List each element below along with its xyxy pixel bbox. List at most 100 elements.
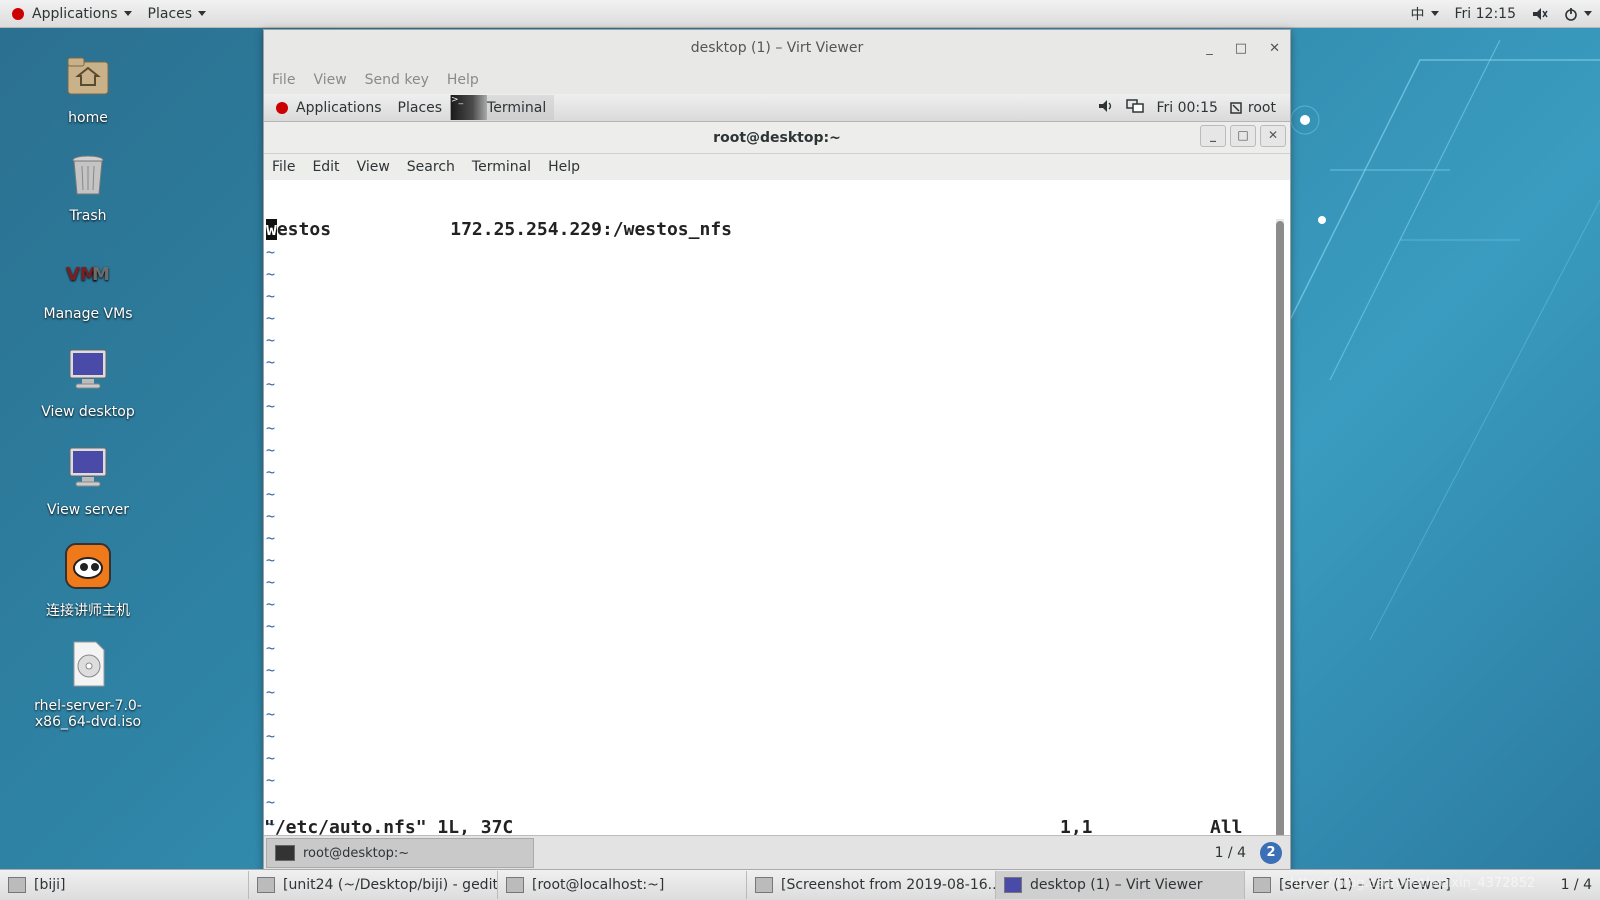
desktop-icon-view-server[interactable]: View server: [28, 444, 148, 518]
taskbar-item-screenshot[interactable]: [Screenshot from 2019-08-16...: [747, 871, 996, 899]
terminal-menu-search[interactable]: Search: [407, 159, 455, 175]
guest-task-terminal[interactable]: root@desktop:~: [266, 838, 534, 868]
chevron-down-icon: [123, 11, 132, 16]
terminal-maximize-button[interactable]: □: [1230, 125, 1256, 147]
empty-line-tilde: ~: [266, 331, 276, 349]
terminal-icon: [275, 845, 295, 861]
minimize-button[interactable]: _: [1206, 41, 1213, 56]
desktop-icon-home[interactable]: home: [28, 52, 148, 126]
desktop-icon-view-desktop[interactable]: View desktop: [28, 346, 148, 420]
guest-notification-badge[interactable]: 2: [1260, 842, 1282, 864]
menu-file[interactable]: File: [272, 72, 295, 88]
empty-line-tilde: ~: [266, 771, 276, 789]
applications-menu[interactable]: Applications: [0, 0, 140, 27]
monitor-icon: [1253, 877, 1271, 893]
network-icon[interactable]: [1126, 98, 1145, 117]
terminal-scrollbar[interactable]: [1276, 219, 1284, 859]
close-button[interactable]: ✕: [1269, 41, 1280, 56]
guest-places-menu[interactable]: Places: [390, 100, 451, 116]
terminal-icon: >_: [451, 95, 488, 120]
taskbar-item-gedit[interactable]: [unit24 (~/Desktop/biji) - gedit]: [249, 871, 498, 899]
empty-line-tilde: ~: [266, 705, 276, 723]
guest-top-panel: Applications Places >_ Terminal Fri 00:1…: [264, 94, 1290, 122]
vm-icon: VMM: [66, 264, 110, 285]
volume-icon[interactable]: [1098, 99, 1114, 117]
taskbar-item-biji[interactable]: [biji]: [0, 871, 249, 899]
monitor-icon: [1004, 877, 1022, 893]
guest-workspace-indicator[interactable]: 1 / 4: [1215, 845, 1246, 861]
virt-viewer-window: desktop (1) – Virt Viewer _ □ ✕ File Vie…: [263, 29, 1291, 871]
empty-lines: ~ ~ ~ ~ ~ ~ ~ ~ ~ ~ ~ ~ ~ ~ ~ ~ ~ ~ ~ ~ ~ ~ ~ ~ ~ ~ ~: [264, 241, 1272, 835]
watermark: https://blog.csdn.net/weixin_4372852: [1290, 876, 1536, 891]
maximize-button[interactable]: □: [1235, 41, 1247, 56]
terminal-menu-file[interactable]: File: [272, 159, 295, 175]
empty-line-tilde: ~: [266, 397, 276, 415]
terminal-menu-help[interactable]: Help: [548, 159, 580, 175]
taskbar-item-terminal[interactable]: [root@localhost:~]: [498, 871, 747, 899]
terminal-menu-view[interactable]: View: [357, 159, 390, 175]
empty-line-tilde: ~: [266, 727, 276, 745]
desktop-icon-trash[interactable]: Trash: [28, 150, 148, 224]
menu-help[interactable]: Help: [447, 72, 479, 88]
empty-line-tilde: ~: [266, 463, 276, 481]
chevron-down-icon: [1584, 11, 1592, 16]
terminal-content[interactable]: westos 172.25.254.229:/westos_nfs ~ ~ ~ ~ ~ ~…: [264, 219, 1272, 859]
terminal-close-button[interactable]: ✕: [1260, 125, 1286, 147]
text-editor-icon: [257, 877, 275, 893]
empty-line-tilde: ~: [266, 573, 276, 591]
desktop-icon-connect-teacher[interactable]: 连接讲师主机: [28, 542, 148, 620]
empty-line-tilde: ~: [266, 375, 276, 393]
empty-line-tilde: ~: [266, 595, 276, 613]
workspace-indicator[interactable]: 1 / 4: [1561, 877, 1592, 893]
chevron-down-icon: [198, 11, 207, 16]
host-taskbar: [biji] [unit24 (~/Desktop/biji) - gedit]…: [0, 869, 1600, 900]
window-titlebar[interactable]: desktop (1) – Virt Viewer _ □ ✕: [264, 30, 1290, 66]
terminal-titlebar[interactable]: root@desktop:~ _ □ ✕: [264, 122, 1290, 154]
empty-line-tilde: ~: [266, 353, 276, 371]
svg-text:M: M: [92, 264, 110, 285]
empty-line-tilde: ~: [266, 287, 276, 305]
empty-line-tilde: ~: [266, 639, 276, 657]
user-icon: [1230, 101, 1242, 114]
menu-view[interactable]: View: [313, 72, 346, 88]
empty-line-tilde: ~: [266, 793, 276, 811]
power-menu[interactable]: [1556, 0, 1600, 27]
desktop-icon-iso[interactable]: rhel-server-7.0-x86_64-dvd.iso: [28, 640, 148, 730]
virt-viewer-menubar: File View Send key Help: [264, 66, 1290, 93]
guest-user-menu[interactable]: root: [1230, 100, 1276, 116]
text-cursor: w: [266, 219, 277, 240]
chevron-down-icon: [1430, 11, 1439, 16]
empty-line-tilde: ~: [266, 683, 276, 701]
terminal-minimize-button[interactable]: _: [1200, 125, 1226, 147]
home-folder-icon: [67, 57, 109, 95]
window-title: desktop (1) – Virt Viewer: [690, 40, 864, 56]
taskbar-item-virt-viewer-desktop[interactable]: desktop (1) – Virt Viewer: [996, 871, 1245, 899]
terminal-title: root@desktop:~: [713, 129, 841, 146]
desktop-icon-manage-vms[interactable]: VM M Manage VMs: [28, 248, 148, 322]
guest-terminal-tab[interactable]: >_ Terminal: [450, 95, 555, 120]
guest-applications-menu[interactable]: Applications: [264, 100, 390, 116]
empty-line-tilde: ~: [266, 419, 276, 437]
empty-line-tilde: ~: [266, 243, 276, 261]
guest-display[interactable]: Applications Places >_ Terminal Fri 00:1…: [264, 94, 1290, 870]
menu-send-key[interactable]: Send key: [365, 72, 429, 88]
remote-app-icon: [65, 543, 111, 589]
power-icon: [1565, 7, 1577, 21]
empty-line-tilde: ~: [266, 661, 276, 679]
empty-line-tilde: ~: [266, 309, 276, 327]
empty-line-tilde: ~: [266, 507, 276, 525]
redhat-logo-icon: [12, 7, 24, 20]
places-menu[interactable]: Places: [140, 0, 215, 27]
empty-line-tilde: ~: [266, 441, 276, 459]
clock[interactable]: Fri 12:15: [1447, 0, 1524, 27]
scrollbar-thumb[interactable]: [1276, 221, 1284, 851]
input-method-indicator[interactable]: 中: [1403, 0, 1447, 27]
empty-line-tilde: ~: [266, 617, 276, 635]
terminal-menu-edit[interactable]: Edit: [312, 159, 339, 175]
terminal-menu-terminal[interactable]: Terminal: [472, 159, 531, 175]
volume-muted-icon[interactable]: [1524, 0, 1556, 27]
disc-image-icon: [73, 641, 105, 687]
trash-icon: [72, 155, 104, 195]
terminal-menubar: File Edit View Search Terminal Help: [264, 154, 1290, 180]
guest-clock[interactable]: Fri 00:15: [1156, 100, 1217, 116]
